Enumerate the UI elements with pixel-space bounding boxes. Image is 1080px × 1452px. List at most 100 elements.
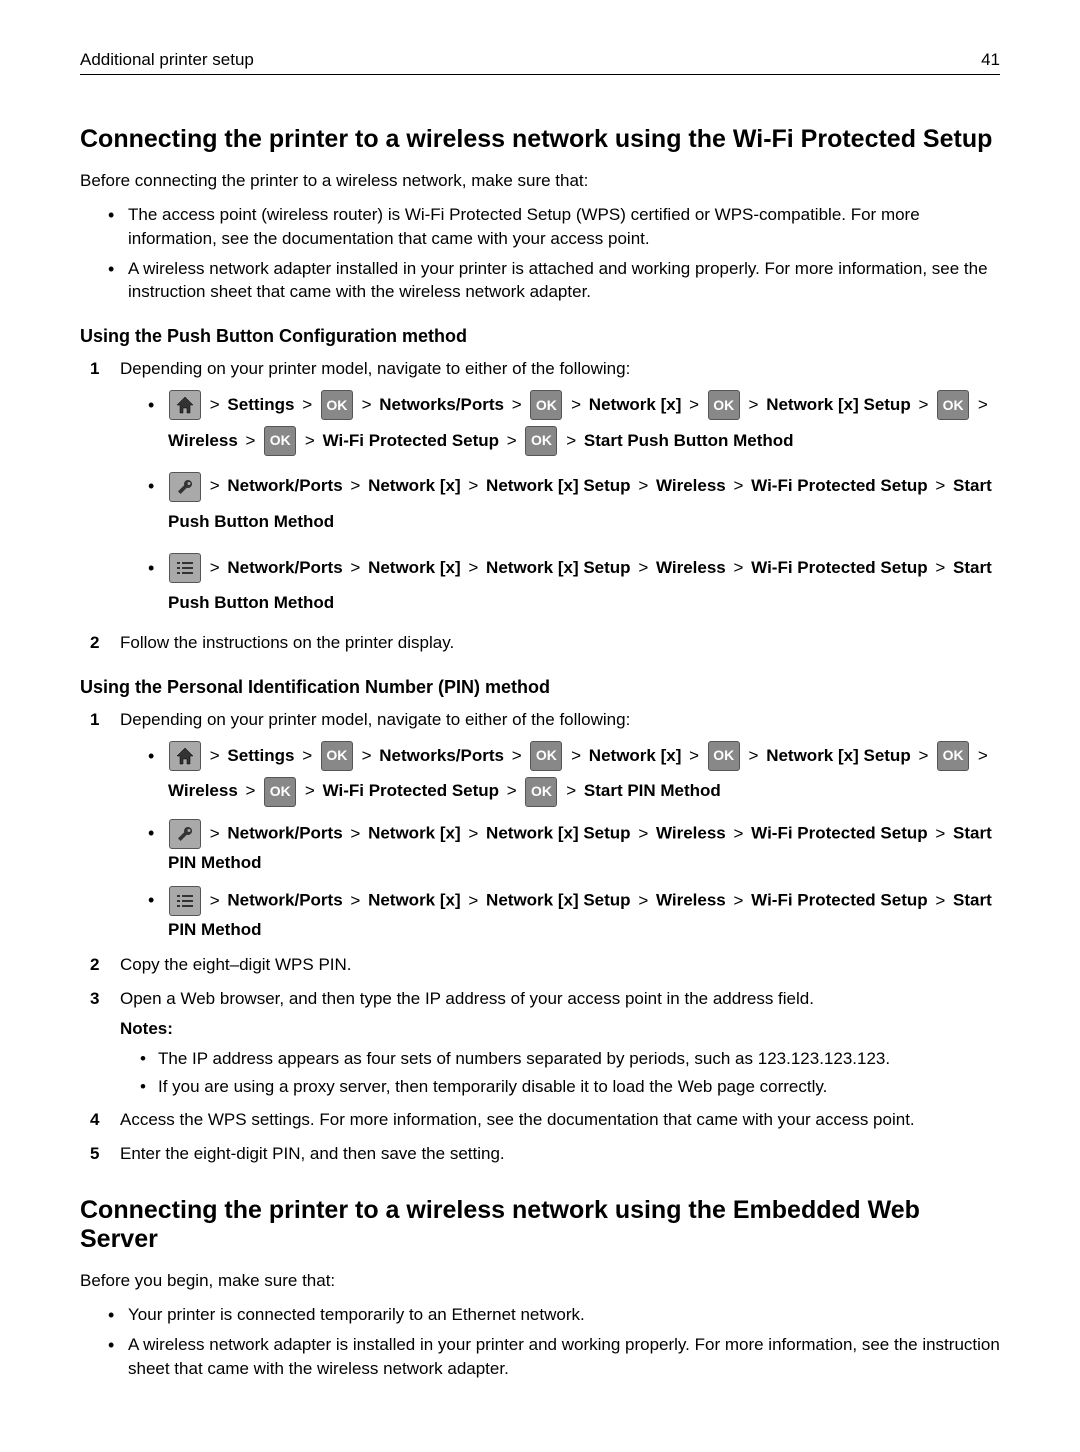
note-item: The IP address appears as four sets of n… (140, 1047, 1000, 1071)
separator: > (749, 395, 759, 414)
separator: > (468, 891, 478, 910)
nav-label: Wi‑Fi Protected Setup (751, 558, 927, 577)
nav-label: Settings (227, 395, 294, 414)
notes-label: Notes: (120, 1017, 1000, 1041)
separator: > (362, 395, 372, 414)
nav-label: Wi‑Fi Protected Setup (751, 891, 927, 910)
note-item: If you are using a proxy server, then te… (140, 1075, 1000, 1099)
ews-bullet-list: Your printer is connected temporarily to… (80, 1303, 1000, 1380)
separator: > (571, 746, 581, 765)
nav-label: Network/Ports (227, 476, 342, 495)
ews-bullet: A wireless network adapter is installed … (108, 1333, 1000, 1381)
nav-label: Network [x] Setup (486, 558, 631, 577)
nav-label: Wi‑Fi Protected Setup (751, 476, 927, 495)
separator: > (246, 431, 256, 450)
step-text: Depending on your printer model, navigat… (120, 359, 630, 378)
nav-label: Network/Ports (227, 891, 342, 910)
separator: > (512, 746, 522, 765)
list-icon (169, 553, 201, 583)
nav-label: Network/Ports (227, 558, 342, 577)
nav-path: > Settings > OK > Networks/Ports > OK > … (148, 738, 1000, 809)
ok-icon: OK (321, 741, 353, 771)
separator: > (350, 891, 360, 910)
step-text: Open a Web browser, and then type the IP… (120, 989, 814, 1008)
ok-icon: OK (264, 777, 296, 807)
ok-icon: OK (525, 777, 557, 807)
ews-bullet: Your printer is connected temporarily to… (108, 1303, 1000, 1327)
list-icon (169, 886, 201, 916)
separator: > (350, 824, 360, 843)
separator: > (638, 824, 648, 843)
separator: > (638, 558, 648, 577)
separator: > (571, 395, 581, 414)
separator: > (468, 558, 478, 577)
nav-label: Network/Ports (227, 824, 342, 843)
notes-list: The IP address appears as four sets of n… (120, 1047, 1000, 1099)
nav-label: Network [x] Setup (766, 395, 911, 414)
nav-path-list: > Settings > OK > Networks/Ports > OK > … (120, 387, 1000, 621)
intro-bullet-list: The access point (wireless router) is Wi… (80, 203, 1000, 304)
separator: > (302, 395, 312, 414)
nav-label: Wireless (656, 891, 726, 910)
separator: > (210, 476, 220, 495)
separator: > (210, 395, 220, 414)
push-steps: Depending on your printer model, navigat… (80, 357, 1000, 655)
separator: > (734, 558, 744, 577)
nav-label: Network [x] Setup (486, 891, 631, 910)
nav-label: Networks/Ports (379, 746, 504, 765)
nav-label: Network [x] (368, 824, 461, 843)
pin-steps: Depending on your printer model, navigat… (80, 708, 1000, 1166)
nav-label: Wireless (168, 431, 238, 450)
nav-label: Wi‑Fi Protected Setup (323, 431, 499, 450)
separator: > (210, 558, 220, 577)
ok-icon: OK (530, 390, 562, 420)
separator: > (512, 395, 522, 414)
separator: > (638, 476, 648, 495)
separator: > (918, 395, 928, 414)
separator: > (566, 431, 576, 450)
nav-label: Wireless (168, 781, 238, 800)
separator: > (566, 781, 576, 800)
page-number: 41 (981, 50, 1000, 70)
ok-icon: OK (937, 390, 969, 420)
nav-label: Start Push Button Method (584, 431, 794, 450)
section-heading-ews: Connecting the printer to a wireless net… (80, 1196, 1000, 1254)
intro-text: Before you begin, make sure that: (80, 1270, 1000, 1293)
nav-label: Network [x] (368, 476, 461, 495)
separator: > (507, 781, 517, 800)
separator: > (210, 891, 220, 910)
home-icon (169, 390, 201, 420)
ok-icon: OK (525, 426, 557, 456)
separator: > (468, 476, 478, 495)
intro-bullet: The access point (wireless router) is Wi… (108, 203, 1000, 251)
nav-label: Network [x] (368, 558, 461, 577)
nav-path: > Settings > OK > Networks/Ports > OK > … (148, 387, 1000, 458)
separator: > (734, 824, 744, 843)
step-item: Follow the instructions on the printer d… (80, 631, 1000, 655)
separator: > (734, 891, 744, 910)
nav-label: Network [x] Setup (486, 476, 631, 495)
intro-bullet: A wireless network adapter installed in … (108, 257, 1000, 305)
separator: > (638, 891, 648, 910)
separator: > (210, 824, 220, 843)
nav-path: > Network/Ports > Network [x] > Network … (148, 468, 1000, 539)
nav-label: Wi‑Fi Protected Setup (751, 824, 927, 843)
nav-label: Network [x] Setup (766, 746, 911, 765)
separator: > (305, 431, 315, 450)
nav-label: Network [x] (589, 395, 682, 414)
separator: > (350, 476, 360, 495)
header-title: Additional printer setup (80, 50, 254, 70)
nav-label: Network [x] (589, 746, 682, 765)
nav-path: > Network/Ports > Network [x] > Network … (148, 819, 1000, 876)
separator: > (362, 746, 372, 765)
nav-label: Wireless (656, 824, 726, 843)
ok-icon: OK (937, 741, 969, 771)
separator: > (689, 746, 699, 765)
step-item: Copy the eight–digit WPS PIN. (80, 953, 1000, 977)
nav-label: Wi‑Fi Protected Setup (323, 781, 499, 800)
ok-icon: OK (530, 741, 562, 771)
separator: > (978, 746, 988, 765)
separator: > (507, 431, 517, 450)
separator: > (305, 781, 315, 800)
wrench-icon (169, 819, 201, 849)
